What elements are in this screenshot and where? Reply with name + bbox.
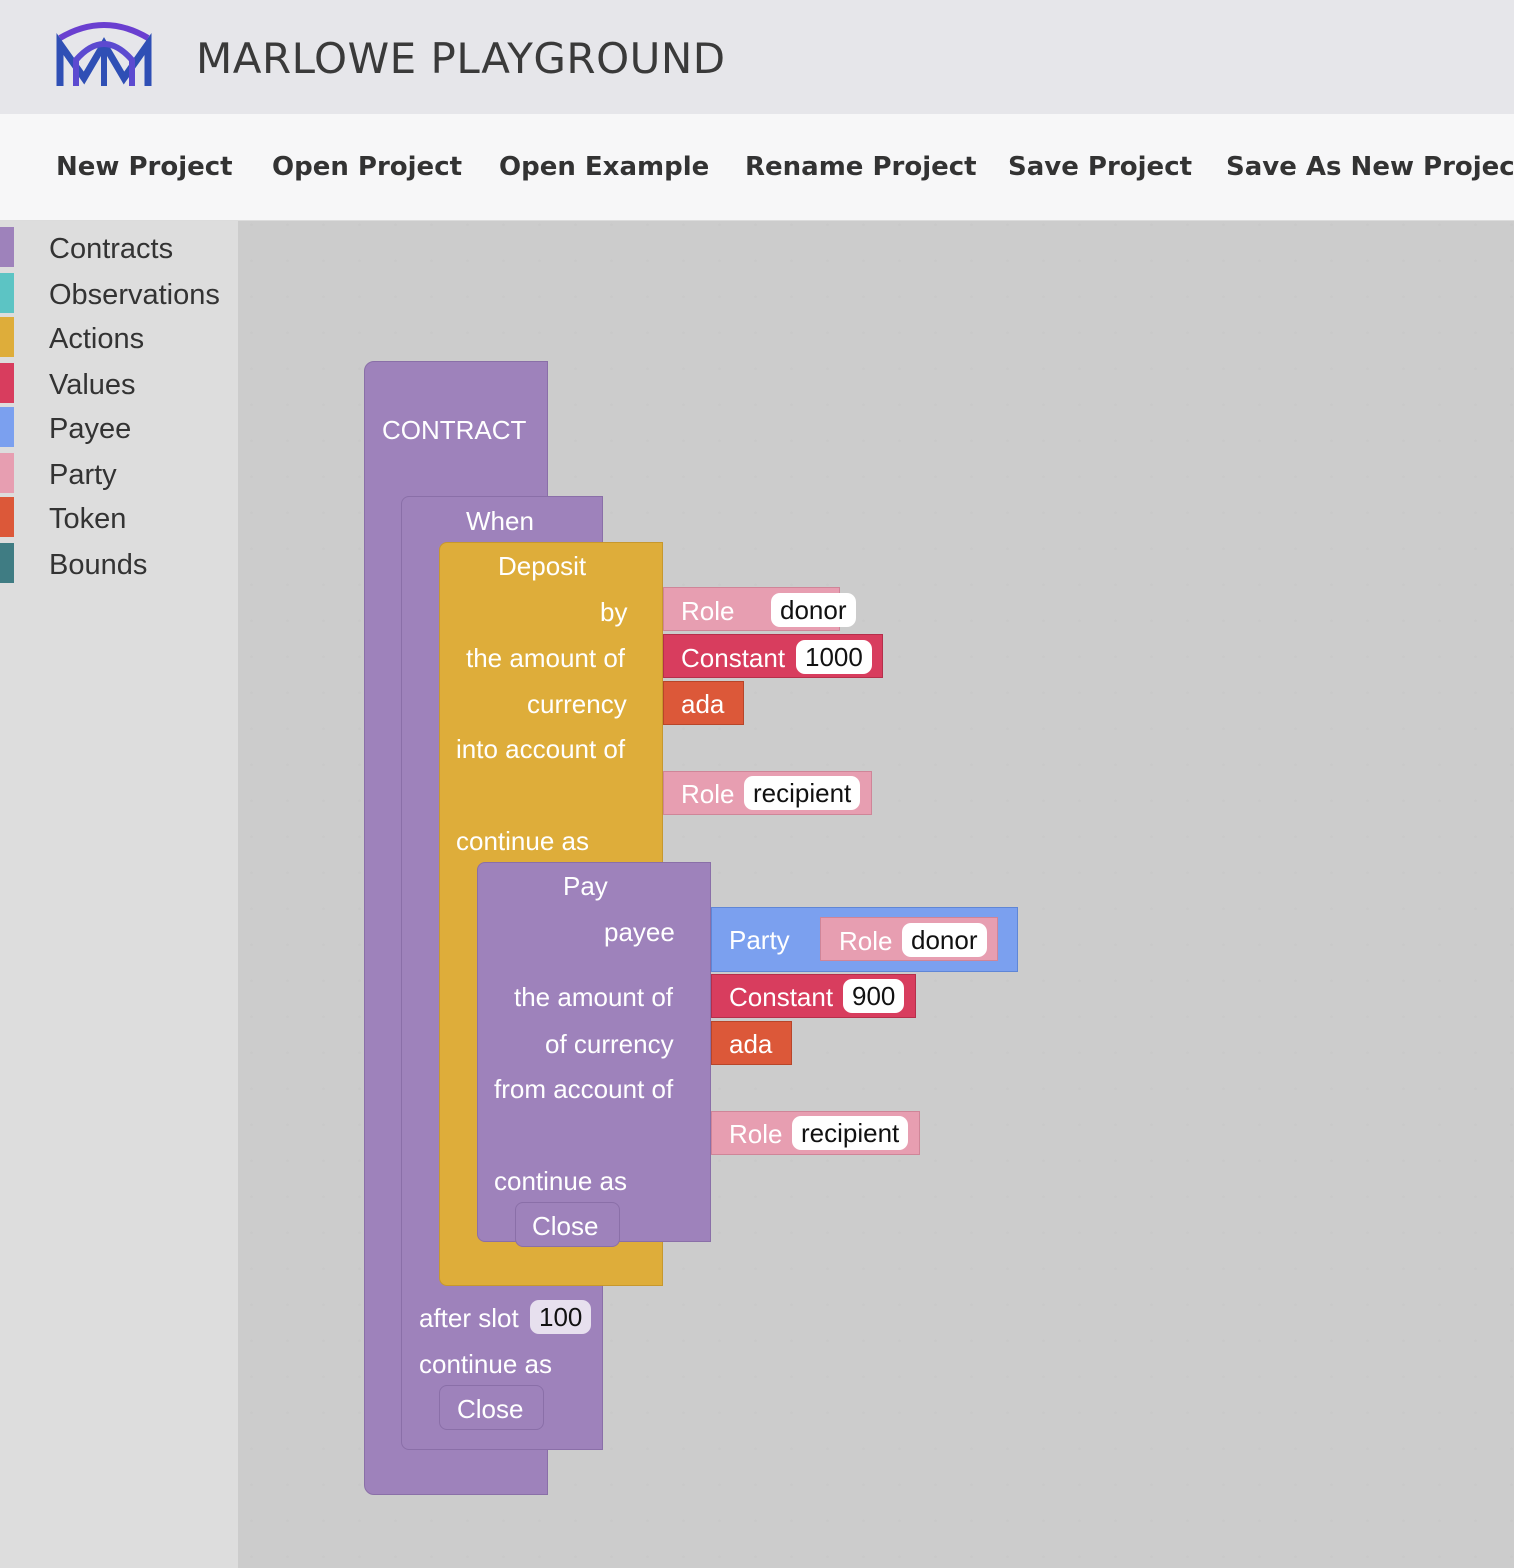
toolbox-category-actions[interactable]: Actions bbox=[0, 317, 238, 357]
app-header: MARLOWE PLAYGROUND bbox=[0, 0, 1514, 114]
category-color-swatch bbox=[0, 407, 14, 447]
category-label: Values bbox=[49, 369, 136, 401]
role-label: Role bbox=[681, 779, 735, 809]
role-label: Role bbox=[839, 926, 893, 956]
role-name-field[interactable]: donor bbox=[771, 593, 856, 627]
toolbox-category-values[interactable]: Values bbox=[0, 363, 238, 403]
category-color-swatch bbox=[0, 453, 14, 493]
save-as-new-project-button[interactable]: Save As New Project bbox=[1226, 152, 1514, 182]
pay-continue-label: continue as bbox=[494, 1166, 627, 1196]
category-color-swatch bbox=[0, 543, 14, 583]
category-color-swatch bbox=[0, 273, 14, 313]
open-project-button[interactable]: Open Project bbox=[272, 152, 462, 182]
deposit-into-account-label: into account of bbox=[456, 734, 626, 764]
category-label: Bounds bbox=[49, 549, 148, 581]
toolbox-category-party[interactable]: Party bbox=[0, 453, 238, 493]
category-label: Token bbox=[49, 503, 127, 535]
category-label: Contracts bbox=[49, 233, 174, 265]
open-example-button[interactable]: Open Example bbox=[499, 152, 709, 182]
toolbox-category-observations[interactable]: Observations bbox=[0, 273, 238, 313]
rename-project-button[interactable]: Rename Project bbox=[745, 152, 977, 182]
party-label: Party bbox=[729, 925, 790, 955]
block-toolbox: Contracts Observations Actions Values Pa… bbox=[0, 221, 238, 1568]
category-label: Actions bbox=[49, 323, 145, 355]
constant-label: Constant bbox=[681, 643, 786, 673]
deposit-by-label: by bbox=[600, 597, 628, 627]
deposit-block-label: Deposit bbox=[498, 551, 587, 581]
project-menu-bar: New Project Open Project Open Example Re… bbox=[0, 114, 1514, 221]
role-label: Role bbox=[729, 1119, 783, 1149]
token-label: ada bbox=[681, 689, 725, 719]
token-label: ada bbox=[729, 1029, 773, 1059]
role-name-field[interactable]: donor bbox=[902, 923, 987, 957]
app-title: MARLOWE PLAYGROUND bbox=[196, 34, 726, 83]
toolbox-category-bounds[interactable]: Bounds bbox=[0, 543, 238, 583]
marlowe-logo-icon[interactable] bbox=[54, 18, 154, 90]
after-slot-field[interactable]: 100 bbox=[530, 1300, 592, 1334]
deposit-continue-label: continue as bbox=[456, 826, 589, 856]
deposit-currency-label: currency bbox=[527, 689, 627, 719]
category-label: Observations bbox=[49, 279, 220, 311]
constant-label: Constant bbox=[729, 982, 834, 1012]
pay-amount-label: the amount of bbox=[514, 982, 673, 1012]
pay-block-label: Pay bbox=[563, 871, 608, 901]
pay-from-account-label: from account of bbox=[494, 1074, 674, 1104]
category-color-swatch bbox=[0, 317, 14, 357]
after-slot-label: after slot bbox=[419, 1303, 519, 1333]
toolbox-category-token[interactable]: Token bbox=[0, 497, 238, 537]
save-project-button[interactable]: Save Project bbox=[1008, 152, 1192, 182]
pay-currency-label: of currency bbox=[545, 1029, 674, 1059]
category-color-swatch bbox=[0, 497, 14, 537]
toolbox-category-payee[interactable]: Payee bbox=[0, 407, 238, 447]
constant-value-field[interactable]: 900 bbox=[843, 979, 905, 1013]
toolbox-category-contracts[interactable]: Contracts bbox=[0, 227, 238, 267]
role-name-field[interactable]: recipient bbox=[792, 1116, 909, 1150]
close-label: Close bbox=[457, 1394, 524, 1424]
deposit-amount-label: the amount of bbox=[466, 643, 625, 673]
close-label: Close bbox=[532, 1211, 599, 1241]
contract-block-label: CONTRACT bbox=[382, 415, 527, 445]
category-color-swatch bbox=[0, 363, 14, 403]
blockly-workspace[interactable]: CONTRACT When Deposit by the amount of c… bbox=[238, 221, 1514, 1568]
category-color-swatch bbox=[0, 227, 14, 267]
when-continue-label: continue as bbox=[419, 1349, 552, 1379]
role-label: Role bbox=[681, 596, 735, 626]
pay-payee-label: payee bbox=[604, 917, 675, 947]
role-name-field[interactable]: recipient bbox=[744, 776, 861, 810]
when-block-label: When bbox=[466, 506, 534, 536]
constant-value-field[interactable]: 1000 bbox=[796, 640, 872, 674]
category-label: Payee bbox=[49, 413, 132, 445]
new-project-button[interactable]: New Project bbox=[56, 152, 233, 182]
category-label: Party bbox=[49, 459, 117, 491]
